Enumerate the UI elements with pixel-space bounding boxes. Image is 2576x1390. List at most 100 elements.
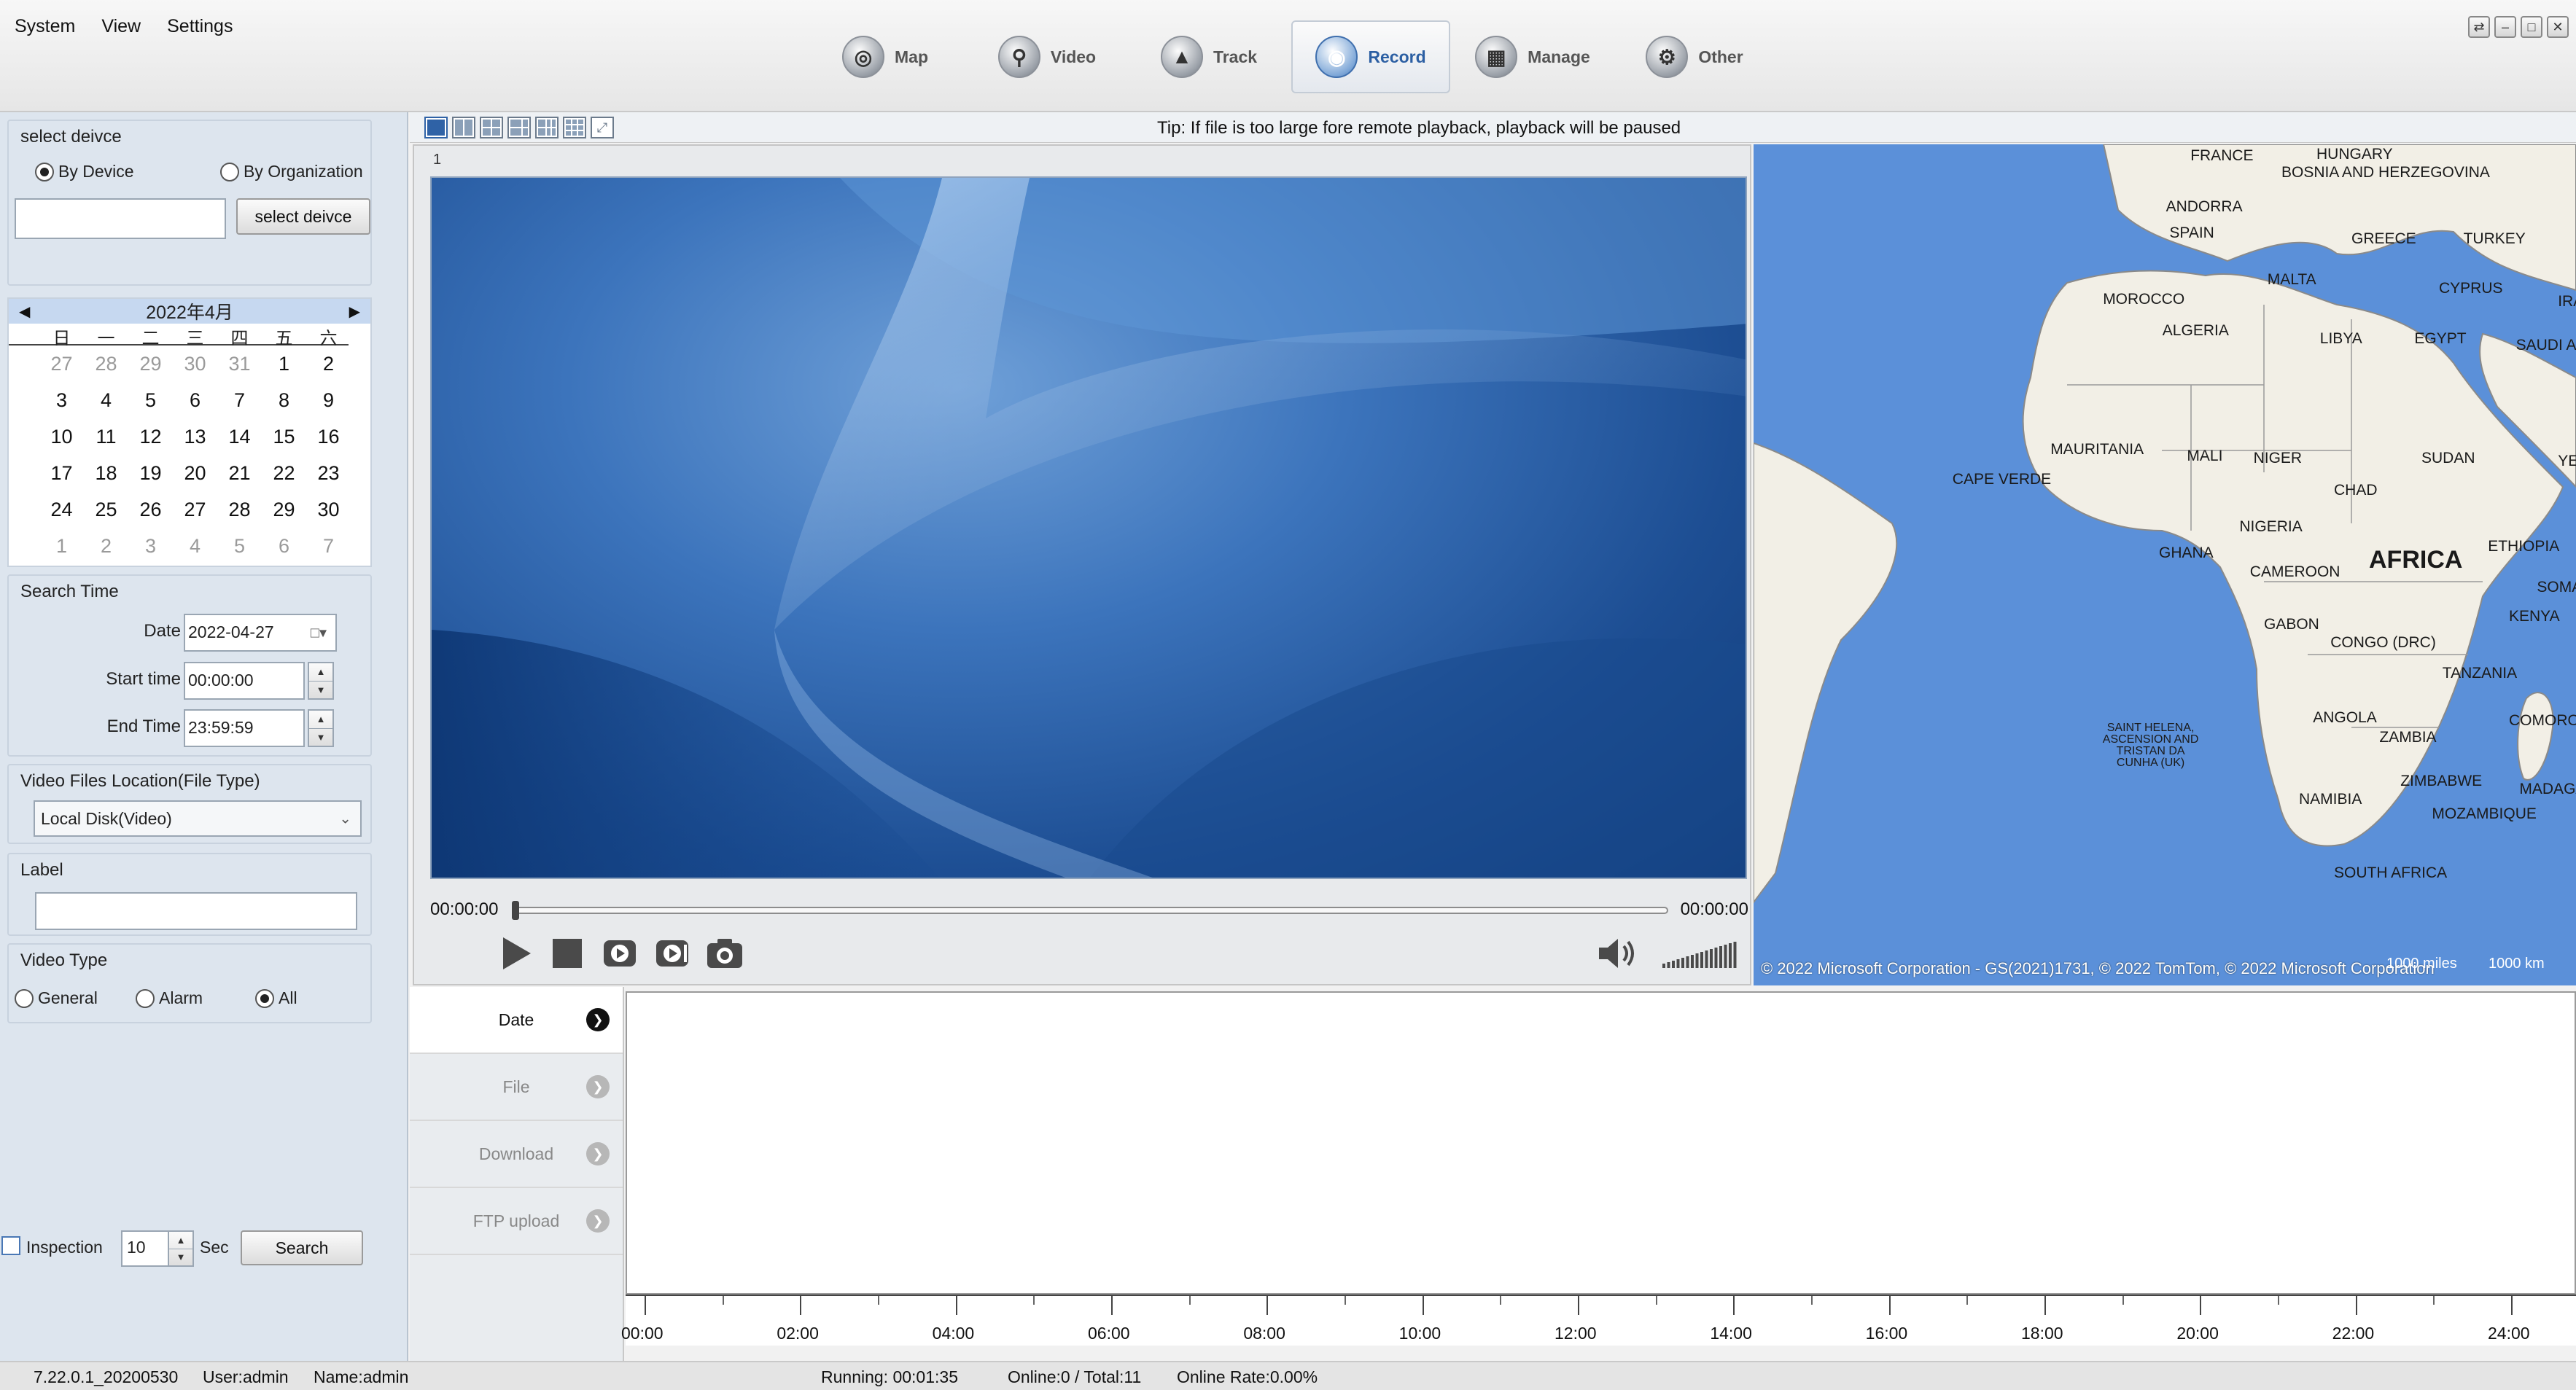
- calendar-day[interactable]: 15: [262, 418, 306, 455]
- calendar-day[interactable]: 2: [84, 528, 128, 564]
- restore-icon[interactable]: ⇄: [2468, 16, 2490, 38]
- progress-slider[interactable]: [515, 907, 1668, 914]
- calendar-day[interactable]: 1: [39, 528, 84, 564]
- minimize-icon[interactable]: –: [2494, 16, 2516, 38]
- end-time-stepper[interactable]: ▲ ▼: [308, 709, 334, 747]
- file-location-select[interactable]: Local Disk(Video) ⌄: [34, 800, 362, 837]
- calendar-day[interactable]: 14: [217, 418, 262, 455]
- device-input[interactable]: [15, 198, 226, 239]
- by-device-radio[interactable]: By Device: [35, 162, 134, 181]
- alarm-radio[interactable]: Alarm: [136, 988, 203, 1008]
- video-screen[interactable]: [430, 176, 1747, 879]
- by-organization-radio[interactable]: By Organization: [220, 162, 363, 181]
- calendar-day[interactable]: 9: [306, 382, 351, 418]
- calendar-day[interactable]: 1: [262, 345, 306, 382]
- nav-tab-manage[interactable]: ▦ Manage: [1453, 20, 1612, 93]
- start-time-field[interactable]: 00:00:00: [184, 662, 305, 700]
- up-icon[interactable]: ▲: [309, 663, 332, 681]
- calendar-day[interactable]: 27: [173, 491, 217, 528]
- fast-play-icon[interactable]: [652, 933, 693, 974]
- calendar-day[interactable]: 12: [128, 418, 173, 455]
- calendar-day[interactable]: 22: [262, 455, 306, 491]
- up-icon[interactable]: ▲: [309, 711, 332, 728]
- tab-date[interactable]: Date ❯: [410, 987, 623, 1054]
- date-field[interactable]: 2022-04-27 □▾: [184, 614, 337, 652]
- calendar-day[interactable]: 6: [173, 382, 217, 418]
- calendar-day[interactable]: 17: [39, 455, 84, 491]
- inspection-interval-input[interactable]: 10: [121, 1230, 169, 1267]
- general-radio[interactable]: General: [15, 988, 98, 1008]
- menu-view[interactable]: View: [101, 16, 141, 37]
- calendar-day[interactable]: 2: [306, 345, 351, 382]
- label-input[interactable]: [35, 892, 357, 930]
- inspection-checkbox[interactable]: [1, 1236, 20, 1255]
- calendar-next-icon[interactable]: ▶: [349, 302, 360, 321]
- fullscreen-icon[interactable]: ⤢: [591, 117, 614, 138]
- layout-6-icon[interactable]: [507, 117, 531, 138]
- calendar-day[interactable]: 19: [128, 455, 173, 491]
- calendar-day[interactable]: 18: [84, 455, 128, 491]
- play-icon[interactable]: [496, 933, 537, 974]
- calendar-day[interactable]: 4: [173, 528, 217, 564]
- start-time-stepper[interactable]: ▲ ▼: [308, 662, 334, 700]
- map-pane[interactable]: FRANCE HUNGARY BOSNIA AND HERZEGOVINA ANDOR…: [1754, 144, 2576, 985]
- calendar-day[interactable]: 16: [306, 418, 351, 455]
- down-icon[interactable]: ▼: [309, 680, 332, 699]
- down-icon[interactable]: ▼: [309, 727, 332, 746]
- nav-tab-record[interactable]: ◉ Record: [1291, 20, 1450, 93]
- timeline-area[interactable]: [626, 991, 2576, 1295]
- select-device-button[interactable]: select deivce: [236, 198, 370, 235]
- calendar-day[interactable]: 23: [306, 455, 351, 491]
- calendar-day[interactable]: 28: [84, 345, 128, 382]
- tab-ftp-upload[interactable]: FTP upload ❯: [410, 1188, 623, 1255]
- layout-8-icon[interactable]: [535, 117, 559, 138]
- calendar-day[interactable]: 21: [217, 455, 262, 491]
- calendar-day[interactable]: 6: [262, 528, 306, 564]
- layout-4-icon[interactable]: [480, 117, 503, 138]
- calendar-day[interactable]: 7: [217, 382, 262, 418]
- close-icon[interactable]: ✕: [2547, 16, 2569, 38]
- end-time-field[interactable]: 23:59:59: [184, 709, 305, 747]
- calendar-day[interactable]: 24: [39, 491, 84, 528]
- tab-download[interactable]: Download ❯: [410, 1121, 623, 1188]
- snapshot-icon[interactable]: [704, 933, 745, 974]
- layout-9-icon[interactable]: [563, 117, 586, 138]
- tab-file[interactable]: File ❯: [410, 1054, 623, 1121]
- calendar-day[interactable]: 8: [262, 382, 306, 418]
- calendar-day[interactable]: 30: [173, 345, 217, 382]
- calendar-day[interactable]: 29: [262, 491, 306, 528]
- volume-slider[interactable]: [1662, 939, 1743, 968]
- calendar-day[interactable]: 26: [128, 491, 173, 528]
- calendar-day[interactable]: 29: [128, 345, 173, 382]
- progress-thumb[interactable]: [512, 901, 519, 920]
- down-icon[interactable]: ▼: [169, 1248, 192, 1266]
- nav-tab-map[interactable]: ◎ Map: [806, 20, 965, 93]
- calendar-day[interactable]: 5: [128, 382, 173, 418]
- calendar-day[interactable]: 11: [84, 418, 128, 455]
- nav-tab-track[interactable]: ▲ Track: [1129, 20, 1288, 93]
- calendar-day[interactable]: 20: [173, 455, 217, 491]
- stop-icon[interactable]: [547, 933, 588, 974]
- layout-2-icon[interactable]: [452, 117, 475, 138]
- nav-tab-video[interactable]: ⚲ Video: [968, 20, 1126, 93]
- maximize-icon[interactable]: □: [2521, 16, 2542, 38]
- calendar-day[interactable]: 28: [217, 491, 262, 528]
- calendar-day[interactable]: 10: [39, 418, 84, 455]
- calendar-day[interactable]: 30: [306, 491, 351, 528]
- up-icon[interactable]: ▲: [169, 1232, 192, 1249]
- calendar-day[interactable]: 13: [173, 418, 217, 455]
- calendar-day[interactable]: 25: [84, 491, 128, 528]
- calendar-day[interactable]: 31: [217, 345, 262, 382]
- inspection-stepper[interactable]: ▲ ▼: [168, 1230, 194, 1267]
- nav-tab-other[interactable]: ⚙ Other: [1615, 20, 1774, 93]
- menu-system[interactable]: System: [15, 16, 75, 37]
- volume-icon[interactable]: [1597, 933, 1638, 974]
- calendar-day[interactable]: 3: [128, 528, 173, 564]
- calendar-day[interactable]: 5: [217, 528, 262, 564]
- calendar-dropdown-icon[interactable]: □▾: [311, 624, 327, 642]
- calendar-day[interactable]: 7: [306, 528, 351, 564]
- calendar-prev-icon[interactable]: ◀: [19, 302, 30, 321]
- calendar-day[interactable]: 27: [39, 345, 84, 382]
- search-button[interactable]: Search: [241, 1230, 363, 1265]
- slow-play-icon[interactable]: [599, 933, 640, 974]
